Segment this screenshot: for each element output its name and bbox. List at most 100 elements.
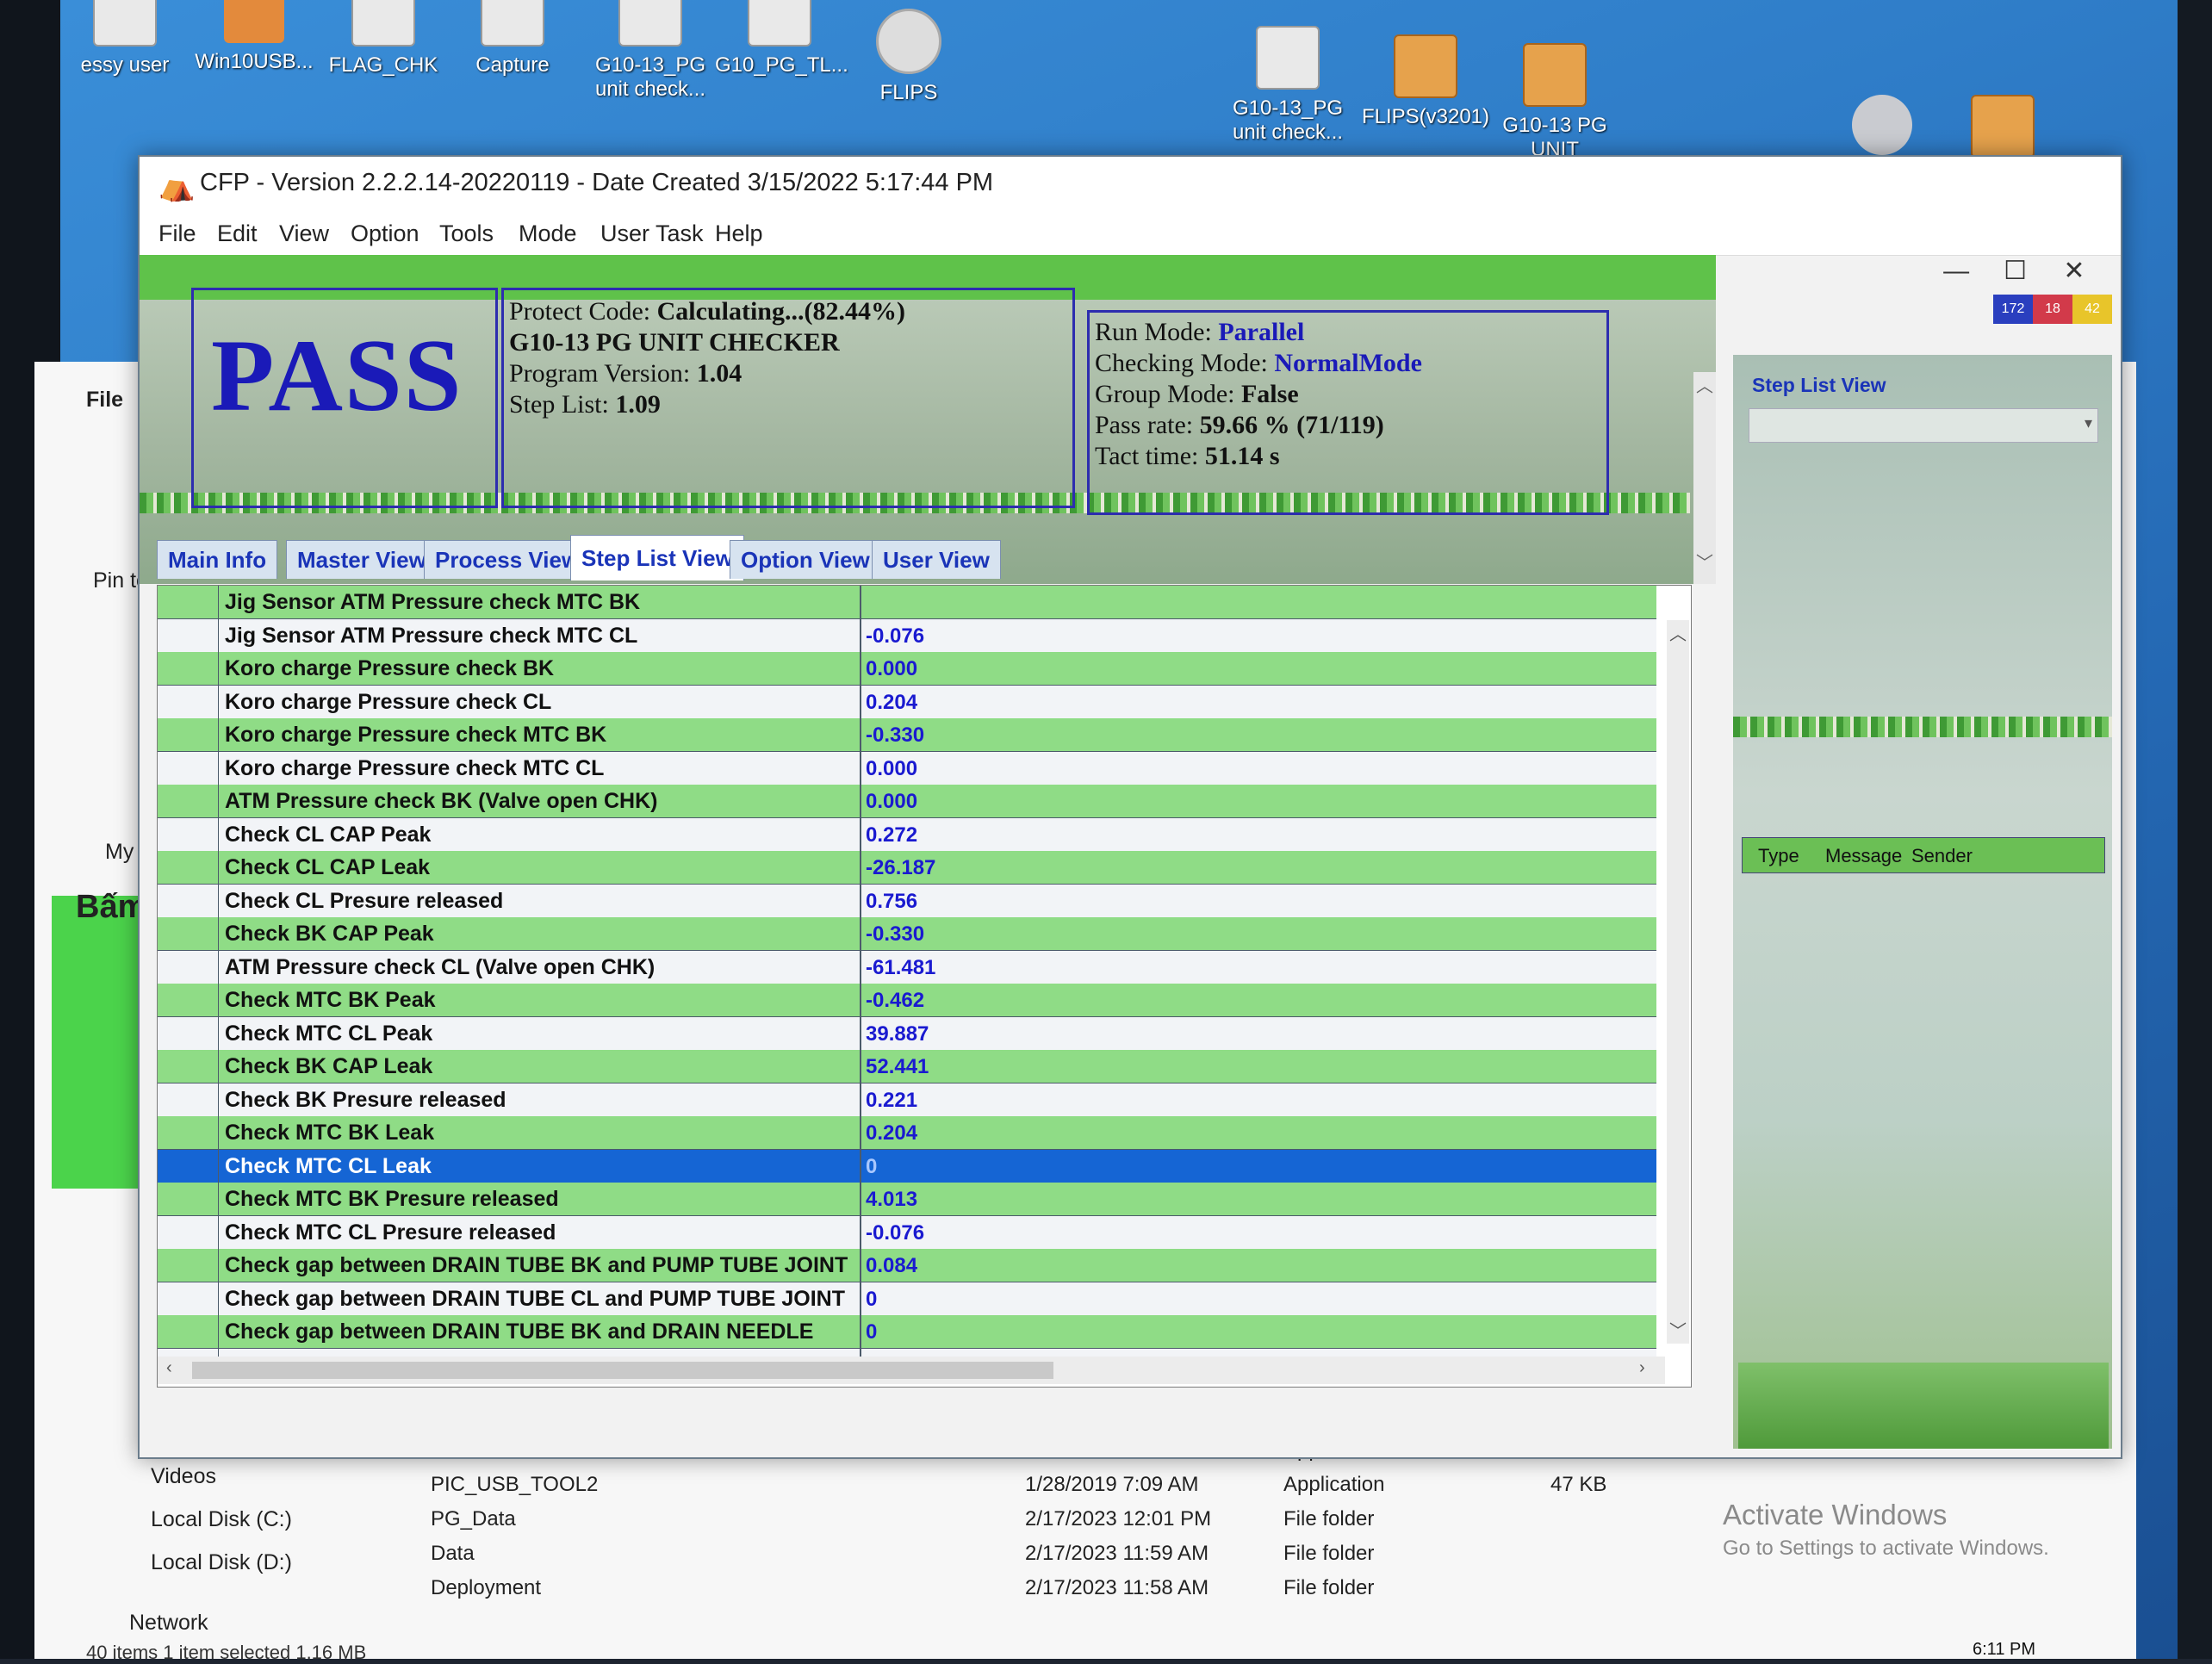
table-row[interactable]: ATM Pressure check CL (Valve open CHK) -6… — [158, 950, 1656, 984]
table-row[interactable]: Check CL CAP Peak 0.272 — [158, 817, 1656, 852]
table-row-selected[interactable]: Check MTC CL Leak 0 — [158, 1149, 1656, 1183]
table-row[interactable]: Jig Sensor ATM Pressure check MTC CL -0.0… — [158, 618, 1656, 653]
explorer-sidebar-label[interactable]: File — [86, 388, 123, 413]
table-row[interactable]: Check BK Presure released 0.221 — [158, 1083, 1656, 1117]
row-header-cell[interactable] — [158, 586, 219, 618]
file-name[interactable]: PIC_USB_TOOL2 — [431, 1473, 598, 1497]
table-row[interactable]: ATM Pressure check BK (Valve open CHK) 0.… — [158, 785, 1656, 818]
minimize-button[interactable]: — — [1929, 257, 1984, 286]
grid-vertical-scrollbar[interactable]: ︿ ﹀ — [1667, 620, 1689, 1344]
explorer-sidebar-label[interactable]: My — [105, 840, 134, 865]
table-row[interactable]: Check CL Presure released 0.756 — [158, 884, 1656, 918]
table-row[interactable]: Check gap between DRAIN TUBE BK and DRAI… — [158, 1315, 1656, 1349]
table-row[interactable]: Check BK CAP Leak 52.441 — [158, 1050, 1656, 1083]
taskbar-clock[interactable]: 6:11 PM — [1973, 1640, 2035, 1660]
table-row[interactable]: Jig Sensor ATM Pressure check MTC BK — [158, 586, 1656, 619]
file-name[interactable]: Deployment — [431, 1576, 541, 1600]
row-header-cell[interactable] — [158, 984, 219, 1016]
table-row[interactable]: Check MTC BK Peak -0.462 — [158, 984, 1656, 1017]
menu-option[interactable]: Option — [351, 220, 419, 247]
desktop-icon[interactable]: essy user — [60, 0, 190, 78]
scroll-left-icon[interactable]: ‹ — [166, 1358, 172, 1378]
menu-user-task[interactable]: User Task — [600, 220, 704, 247]
table-row[interactable]: Check MTC CL Peak 39.887 — [158, 1016, 1656, 1051]
table-row[interactable]: Check MTC BK Leak 0.204 — [158, 1116, 1656, 1150]
row-header-cell[interactable] — [158, 1116, 219, 1149]
row-header-cell[interactable] — [158, 751, 219, 785]
table-row[interactable]: Koro charge Pressure check BK 0.000 — [158, 652, 1656, 686]
nav-network[interactable]: Network — [129, 1611, 208, 1636]
column-sender[interactable]: Sender — [1911, 845, 1973, 867]
column-message[interactable]: Message — [1825, 845, 1902, 867]
menu-file[interactable]: File — [158, 220, 196, 247]
scroll-down-icon[interactable]: ﹀ — [1693, 549, 1716, 574]
menu-view[interactable]: View — [279, 220, 329, 247]
chevron-down-icon[interactable]: ▾ — [2085, 414, 2092, 432]
menu-help[interactable]: Help — [715, 220, 763, 247]
header-scrollbar[interactable]: ︿ ﹀ — [1693, 372, 1716, 584]
row-header-cell[interactable] — [158, 1149, 219, 1183]
table-row[interactable]: Check gap between DRAIN TUBE CL and PUMP… — [158, 1282, 1656, 1316]
column-type[interactable]: Type — [1758, 845, 1799, 867]
desktop-icon[interactable]: Capture — [448, 0, 577, 78]
tab-main-info[interactable]: Main Info — [157, 540, 278, 579]
row-header-cell[interactable] — [158, 1282, 219, 1315]
row-header-cell[interactable] — [158, 1215, 219, 1249]
tab-master-view[interactable]: Master View — [286, 540, 438, 579]
table-row[interactable]: Koro charge Pressure check MTC BK -0.330 — [158, 718, 1656, 752]
tab-option-view[interactable]: Option View — [730, 540, 881, 579]
row-header-cell[interactable] — [158, 1083, 219, 1116]
table-row[interactable]: Check CL CAP Leak -26.187 — [158, 851, 1656, 885]
close-button[interactable]: ✕ — [2047, 256, 2102, 286]
table-row[interactable]: Check MTC CL Presure released -0.076 — [158, 1215, 1656, 1250]
step-list-dropdown[interactable]: ▾ — [1749, 408, 2098, 443]
desktop-icon[interactable]: FLIPS(v3201) — [1361, 34, 1490, 129]
row-header-cell[interactable] — [158, 1016, 219, 1050]
row-header-cell[interactable] — [158, 917, 219, 950]
tab-step-list-view[interactable]: Step List View — [570, 535, 744, 581]
row-header-cell[interactable] — [158, 785, 219, 817]
scroll-up-icon[interactable]: ︿ — [1667, 620, 1689, 645]
desktop-icon[interactable]: FLIPS — [844, 9, 973, 105]
row-header-cell[interactable] — [158, 950, 219, 984]
title-bar[interactable]: ⛺ CFP - Version 2.2.2.14-20220119 - Date… — [140, 157, 2121, 212]
table-row[interactable]: Check MTC BK Presure released 4.013 — [158, 1183, 1656, 1216]
row-header-cell[interactable] — [158, 1183, 219, 1215]
row-header-cell[interactable] — [158, 1050, 219, 1083]
row-header-cell[interactable] — [158, 1249, 219, 1282]
table-row[interactable]: Check BK CAP Peak -0.330 — [158, 917, 1656, 951]
row-header-cell[interactable] — [158, 618, 219, 652]
nav-videos[interactable]: Videos — [151, 1464, 216, 1489]
grid-horizontal-scrollbar[interactable]: ‹ › — [158, 1357, 1665, 1384]
row-header-cell[interactable] — [158, 817, 219, 851]
scroll-down-icon[interactable]: ﹀ — [1667, 1317, 1689, 1342]
file-name[interactable]: PG_Data — [431, 1507, 516, 1531]
desktop-icon[interactable]: Win10USB... — [190, 0, 319, 74]
desktop-icon[interactable]: G10_PG_TL... — [715, 0, 848, 78]
nav-local-disk-d[interactable]: Local Disk (D:) — [151, 1550, 292, 1575]
menu-tools[interactable]: Tools — [439, 220, 494, 247]
row-header-cell[interactable] — [158, 652, 219, 685]
row-header-cell[interactable] — [158, 685, 219, 718]
tab-user-view[interactable]: User View — [872, 540, 1001, 579]
desktop-icon[interactable]: G10-13_PG unit check... — [1223, 26, 1352, 145]
row-header-cell[interactable] — [158, 1315, 219, 1348]
menu-mode[interactable]: Mode — [519, 220, 577, 247]
scroll-right-icon[interactable]: › — [1639, 1358, 1645, 1378]
menu-edit[interactable]: Edit — [217, 220, 258, 247]
tab-process-view[interactable]: Process View — [424, 540, 591, 579]
nav-local-disk-c[interactable]: Local Disk (C:) — [151, 1507, 292, 1532]
step-value: -0.330 — [866, 922, 925, 946]
row-header-cell[interactable] — [158, 851, 219, 884]
table-row[interactable]: Koro charge Pressure check MTC CL 0.000 — [158, 751, 1656, 785]
desktop-icon[interactable]: FLAG_CHK — [319, 0, 448, 78]
file-name[interactable]: Data — [431, 1542, 475, 1566]
table-row[interactable]: Koro charge Pressure check CL 0.204 — [158, 685, 1656, 719]
maximize-button[interactable]: ☐ — [1988, 256, 2043, 286]
scroll-up-icon[interactable]: ︿ — [1693, 372, 1716, 397]
desktop-icon[interactable]: G10-13_PG unit check... — [586, 0, 715, 102]
table-row[interactable]: Check gap between DRAIN TUBE BK and PUMP… — [158, 1249, 1656, 1282]
scroll-thumb[interactable] — [192, 1362, 1053, 1379]
row-header-cell[interactable] — [158, 718, 219, 751]
row-header-cell[interactable] — [158, 884, 219, 917]
